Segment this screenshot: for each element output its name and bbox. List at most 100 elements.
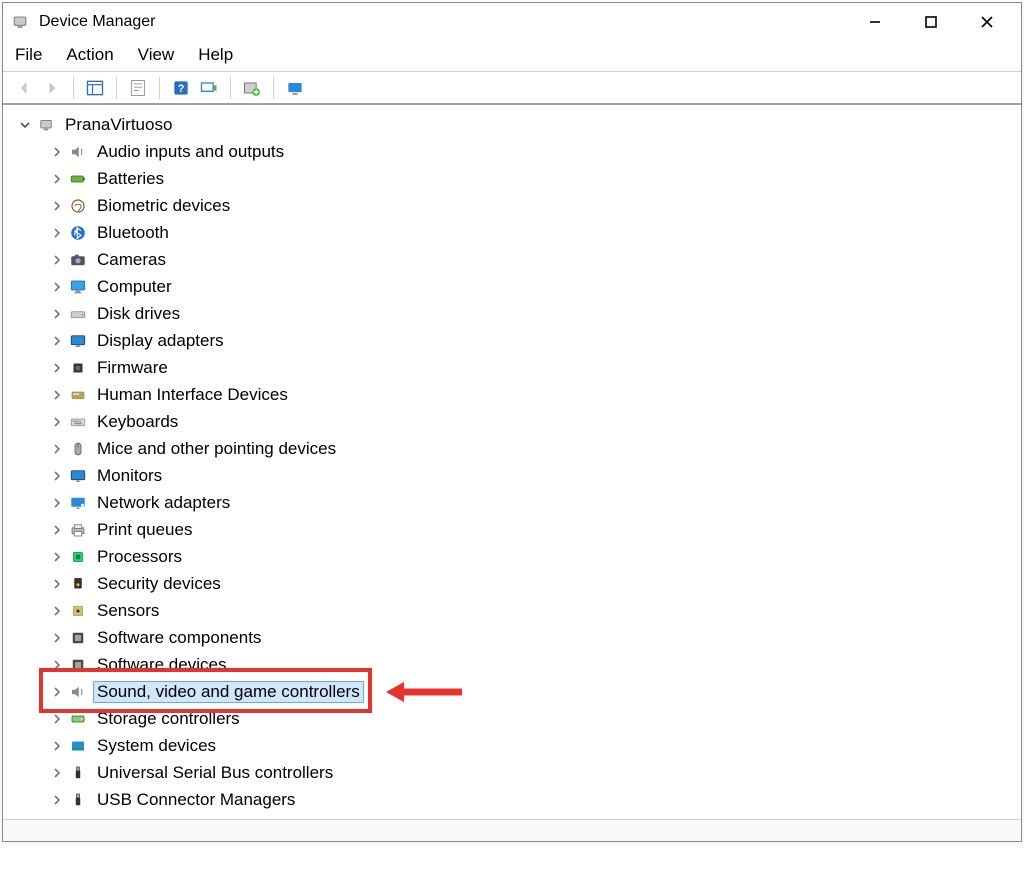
properties-button[interactable] [125, 75, 151, 101]
tree-root[interactable]: PranaVirtuoso [11, 111, 1017, 138]
printer-icon [67, 520, 89, 540]
tree-item[interactable]: Bluetooth [11, 219, 1017, 246]
fingerprint-icon [67, 196, 89, 216]
tree-item[interactable]: Universal Serial Bus controllers [11, 759, 1017, 786]
tree-item-label: Security devices [93, 573, 225, 595]
tree-item-label: Human Interface Devices [93, 384, 292, 406]
tree-item[interactable]: Storage controllers [11, 705, 1017, 732]
tree-item[interactable]: Firmware [11, 354, 1017, 381]
tree-item[interactable]: USB Connector Managers [11, 786, 1017, 813]
tree-item[interactable]: Software components [11, 624, 1017, 651]
computer-icon [67, 277, 89, 297]
security-icon [67, 574, 89, 594]
scan-hardware-button[interactable] [196, 75, 222, 101]
tree-item-label: Mice and other pointing devices [93, 438, 340, 460]
tree-item[interactable]: Disk drives [11, 300, 1017, 327]
titlebar: Device Manager [3, 3, 1021, 41]
chevron-right-icon[interactable] [49, 171, 65, 187]
chevron-right-icon[interactable] [49, 387, 65, 403]
show-hide-tree-button[interactable] [82, 75, 108, 101]
tree-item[interactable]: Mice and other pointing devices [11, 435, 1017, 462]
tree-item[interactable]: Network adapters [11, 489, 1017, 516]
chevron-right-icon[interactable] [49, 576, 65, 592]
device-tree[interactable]: PranaVirtuoso Audio inputs and outputs Ba… [3, 105, 1021, 819]
mouse-icon [67, 439, 89, 459]
chevron-right-icon[interactable] [49, 495, 65, 511]
svg-text:?: ? [178, 83, 185, 95]
tree-item-label: Keyboards [93, 411, 182, 433]
tree-item[interactable]: Computer [11, 273, 1017, 300]
tree-item[interactable]: Human Interface Devices [11, 381, 1017, 408]
tree-item-label: Print queues [93, 519, 196, 541]
separator [73, 77, 74, 99]
tree-item[interactable]: Audio inputs and outputs [11, 138, 1017, 165]
chevron-right-icon[interactable] [49, 549, 65, 565]
tree-item[interactable]: Display adapters [11, 327, 1017, 354]
maximize-button[interactable] [903, 3, 959, 41]
menu-view[interactable]: View [138, 45, 175, 65]
chevron-right-icon[interactable] [49, 522, 65, 538]
tree-item-label: Audio inputs and outputs [93, 141, 288, 163]
chevron-right-icon[interactable] [49, 468, 65, 484]
close-button[interactable] [959, 3, 1015, 41]
chevron-down-icon[interactable] [17, 117, 33, 133]
tree-item-label: Batteries [93, 168, 168, 190]
keyboard-icon [67, 412, 89, 432]
chevron-right-icon[interactable] [49, 225, 65, 241]
chevron-right-icon[interactable] [49, 792, 65, 808]
tree-item[interactable]: Sound, video and game controllers [11, 678, 1017, 705]
chevron-right-icon[interactable] [49, 333, 65, 349]
menubar: File Action View Help [3, 41, 1021, 71]
tree-item-label: Display adapters [93, 330, 228, 352]
tree-item-label: Universal Serial Bus controllers [93, 762, 337, 784]
update-driver-button[interactable] [282, 75, 308, 101]
tree-item[interactable]: Monitors [11, 462, 1017, 489]
speaker-icon [67, 682, 89, 702]
menu-file[interactable]: File [15, 45, 42, 65]
camera-icon [67, 250, 89, 270]
tree-item-label: Storage controllers [93, 708, 244, 730]
forward-button[interactable] [39, 75, 65, 101]
tree-item[interactable]: Software devices [11, 651, 1017, 678]
chevron-right-icon[interactable] [49, 738, 65, 754]
tree-item[interactable]: Keyboards [11, 408, 1017, 435]
usb-icon [67, 763, 89, 783]
app-icon [9, 11, 31, 33]
chevron-right-icon[interactable] [49, 306, 65, 322]
chevron-right-icon[interactable] [49, 603, 65, 619]
toolbar: ? [3, 72, 1021, 105]
tree-item[interactable]: System devices [11, 732, 1017, 759]
menu-action[interactable]: Action [66, 45, 113, 65]
tree-item[interactable]: Processors [11, 543, 1017, 570]
network-icon [67, 493, 89, 513]
chevron-right-icon[interactable] [49, 144, 65, 160]
software-icon [67, 655, 89, 675]
window-title: Device Manager [39, 13, 156, 31]
help-button[interactable]: ? [168, 75, 194, 101]
tree-item[interactable]: Sensors [11, 597, 1017, 624]
separator [159, 77, 160, 99]
chevron-right-icon[interactable] [49, 279, 65, 295]
tree-item[interactable]: Security devices [11, 570, 1017, 597]
chevron-right-icon[interactable] [49, 252, 65, 268]
chevron-right-icon[interactable] [49, 684, 65, 700]
tree-item[interactable]: Print queues [11, 516, 1017, 543]
menu-help[interactable]: Help [198, 45, 233, 65]
chevron-right-icon[interactable] [49, 441, 65, 457]
chevron-right-icon[interactable] [49, 711, 65, 727]
chevron-right-icon[interactable] [49, 657, 65, 673]
separator [116, 77, 117, 99]
chevron-right-icon[interactable] [49, 765, 65, 781]
separator [273, 77, 274, 99]
chevron-right-icon[interactable] [49, 360, 65, 376]
tree-item[interactable]: Cameras [11, 246, 1017, 273]
tree-item[interactable]: Batteries [11, 165, 1017, 192]
back-button[interactable] [11, 75, 37, 101]
chevron-right-icon[interactable] [49, 198, 65, 214]
tree-item[interactable]: Biometric devices [11, 192, 1017, 219]
display-icon [67, 331, 89, 351]
chevron-right-icon[interactable] [49, 414, 65, 430]
minimize-button[interactable] [847, 3, 903, 41]
chevron-right-icon[interactable] [49, 630, 65, 646]
add-legacy-hardware-button[interactable] [239, 75, 265, 101]
